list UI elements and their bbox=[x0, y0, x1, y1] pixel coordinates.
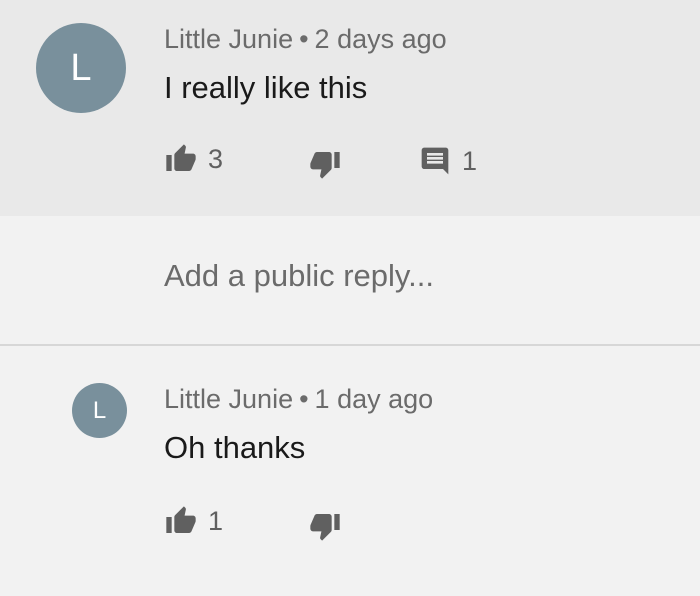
avatar-letter: L bbox=[70, 46, 92, 89]
reply-avatar[interactable]: L bbox=[72, 383, 127, 438]
divider bbox=[0, 344, 700, 346]
reply-like-button[interactable]: 1 bbox=[164, 505, 223, 537]
reply-meta-separator: • bbox=[299, 384, 309, 414]
comment-icon bbox=[418, 145, 452, 177]
thumbs-down-icon bbox=[308, 148, 342, 180]
comment-time[interactable]: 2 days ago bbox=[315, 24, 447, 54]
reply-time[interactable]: 1 day ago bbox=[315, 384, 434, 414]
meta-separator: • bbox=[299, 24, 309, 54]
reply-dislike-button[interactable] bbox=[308, 510, 342, 542]
reply-avatar-letter: L bbox=[92, 396, 107, 424]
comment-author[interactable]: Little Junie bbox=[164, 24, 293, 54]
thumbs-up-icon bbox=[164, 505, 198, 537]
like-button[interactable]: 3 bbox=[164, 143, 223, 175]
reply-text: Oh thanks bbox=[164, 430, 306, 465]
reply-meta: Little Junie • 1 day ago bbox=[164, 384, 433, 415]
reply-author[interactable]: Little Junie bbox=[164, 384, 293, 414]
comment-text: I really like this bbox=[164, 70, 368, 105]
reply-count: 1 bbox=[462, 145, 478, 176]
thumbs-down-icon bbox=[308, 510, 342, 542]
dislike-button[interactable] bbox=[308, 148, 342, 180]
thumbs-up-icon bbox=[164, 143, 198, 175]
comment-meta: Little Junie • 2 days ago bbox=[164, 24, 447, 55]
avatar[interactable]: L bbox=[36, 23, 126, 113]
like-count: 3 bbox=[208, 143, 224, 174]
reply-button[interactable]: 1 bbox=[418, 145, 477, 177]
reply-like-count: 1 bbox=[208, 505, 224, 536]
highlighted-comment: L Little Junie • 2 days ago I really like … bbox=[0, 0, 700, 216]
reply-input[interactable]: Add a public reply... bbox=[164, 258, 434, 294]
